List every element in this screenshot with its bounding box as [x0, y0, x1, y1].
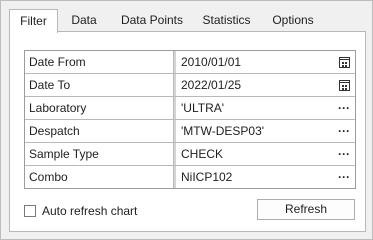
- laboratory-field[interactable]: 'ULTRA': [176, 97, 355, 119]
- tab-strip: Filter Data Data Points Statistics Optio…: [9, 9, 366, 33]
- refresh-button[interactable]: Refresh: [257, 199, 355, 220]
- filter-property-grid: Date From 2010/01/01 Date To 2022/01/25 …: [24, 50, 356, 189]
- date-from-picker-button[interactable]: [336, 54, 352, 70]
- filter-row-date-from: Date From 2010/01/01: [25, 51, 355, 73]
- ellipsis-icon: ···: [338, 147, 350, 161]
- laboratory-browse-button[interactable]: ···: [336, 100, 352, 116]
- filter-label: Date From: [25, 51, 174, 73]
- ellipsis-icon: ···: [338, 124, 350, 138]
- calendar-icon: [338, 79, 350, 91]
- filter-label: Despatch: [25, 120, 174, 142]
- despatch-field[interactable]: 'MTW-DESP03': [176, 120, 355, 142]
- auto-refresh-label[interactable]: Auto refresh chart: [42, 204, 137, 218]
- filter-label: Sample Type: [25, 143, 174, 165]
- ellipsis-icon: ···: [338, 170, 350, 184]
- auto-refresh-checkbox[interactable]: [24, 205, 36, 217]
- filter-row-date-to: Date To 2022/01/25: [25, 73, 355, 96]
- ellipsis-icon: ···: [338, 101, 350, 115]
- combo-browse-button[interactable]: ···: [336, 169, 352, 185]
- tab-data[interactable]: Data: [64, 9, 104, 31]
- sample-type-browse-button[interactable]: ···: [336, 146, 352, 162]
- chart-settings-window: Filter Data Data Points Statistics Optio…: [0, 0, 373, 240]
- filter-row-sample-type: Sample Type CHECK ···: [25, 142, 355, 165]
- tab-data-points[interactable]: Data Points: [112, 9, 192, 31]
- filter-label: Laboratory: [25, 97, 174, 119]
- auto-refresh-option[interactable]: Auto refresh chart: [24, 203, 137, 219]
- date-from-field[interactable]: 2010/01/01: [176, 51, 355, 73]
- calendar-icon: [338, 56, 350, 68]
- filter-panel: Date From 2010/01/01 Date To 2022/01/25 …: [9, 31, 366, 232]
- filter-row-despatch: Despatch 'MTW-DESP03' ···: [25, 119, 355, 142]
- date-to-picker-button[interactable]: [336, 77, 352, 93]
- sample-type-field[interactable]: CHECK: [176, 143, 355, 165]
- filter-label: Combo: [25, 166, 174, 188]
- combo-field[interactable]: NiICP102: [176, 166, 355, 188]
- despatch-browse-button[interactable]: ···: [336, 123, 352, 139]
- filter-row-combo: Combo NiICP102 ···: [25, 165, 355, 188]
- tab-options[interactable]: Options: [268, 9, 318, 31]
- date-to-field[interactable]: 2022/01/25: [176, 74, 355, 96]
- tab-statistics[interactable]: Statistics: [198, 9, 255, 31]
- tab-filter[interactable]: Filter: [9, 9, 58, 33]
- filter-label: Date To: [25, 74, 174, 96]
- filter-row-laboratory: Laboratory 'ULTRA' ···: [25, 96, 355, 119]
